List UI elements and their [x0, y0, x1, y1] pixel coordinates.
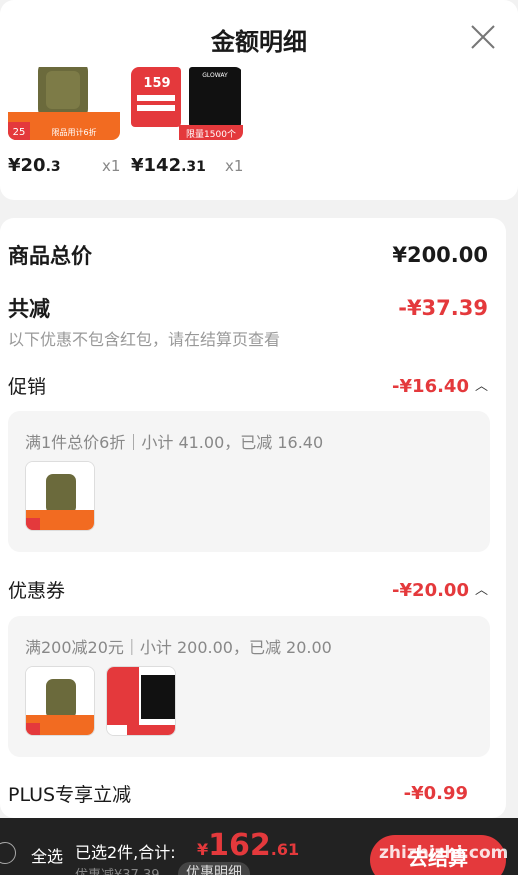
product-qty: x1 — [102, 157, 121, 175]
total-amount: ¥162.61 — [197, 828, 300, 863]
price-breakdown-card: 商品总价 ¥200.00 共减 -¥37.39 以下优惠不包含红包，请在结算页查… — [0, 218, 506, 818]
total-value: ¥200.00 — [392, 243, 488, 267]
selected-summary: 已选2件,合计: — [75, 843, 176, 862]
promo-rule: 满1件总价6折｜小计 41.00，已减 16.40 — [25, 433, 324, 452]
coupon-rule: 满200减20元｜小计 200.00，已减 20.00 — [25, 638, 332, 657]
coupon-label: 优惠券 — [8, 580, 66, 602]
ssd-icon: 159 GLOWAY 限量1500个 — [131, 67, 243, 140]
promo-value-group: -¥16.40 ︿ — [392, 375, 488, 397]
promo-detail-box: 满1件总价6折｜小计 41.00，已减 16.40 — [8, 411, 490, 552]
sheet-header: 金额明细 — [0, 0, 518, 75]
promo-row[interactable]: 促销 -¥16.40 ︿ — [8, 372, 488, 399]
discount-detail-button[interactable]: 优惠明细 — [178, 862, 250, 875]
ssd-brand: GLOWAY — [202, 72, 228, 79]
plus-label: PLUS专享立减 — [8, 784, 132, 806]
discount-note: 以下优惠不包含红包，请在结算页查看 — [8, 330, 281, 349]
close-icon[interactable] — [470, 24, 496, 50]
bag-icon — [26, 462, 94, 530]
coupon-value: -¥20.00 — [392, 579, 469, 601]
total-row: 商品总价 ¥200.00 — [8, 240, 488, 270]
select-all-label[interactable]: 全选 — [31, 843, 63, 867]
product-price: ¥142.31 — [131, 155, 206, 176]
product-qty: x1 — [225, 157, 244, 175]
coupon-product-thumbnail[interactable] — [25, 666, 95, 736]
amount-detail-sheet: 金额明细 25 限品用计6折 159 GLOWAY 限量1500个 ¥20.3 … — [0, 0, 518, 875]
watermark-site: zhizhizhi.com — [379, 843, 509, 863]
promo-label: 促销 — [8, 376, 47, 398]
product-badge: 25 — [13, 127, 26, 138]
promo-value: -¥16.40 — [392, 375, 469, 397]
ssd-icon — [107, 667, 175, 735]
select-all-radio[interactable] — [0, 842, 16, 864]
discount-label: 共减 — [8, 297, 50, 321]
discount-summary: 优惠减¥37.39 — [75, 864, 160, 875]
ssd-tag: 限量1500个 — [186, 129, 236, 140]
sheet-title: 金额明细 — [211, 28, 307, 56]
product-thumbnail-bag[interactable]: 25 限品用计6折 — [8, 67, 120, 140]
bag-icon — [26, 667, 94, 735]
product-strip: 25 限品用计6折 159 GLOWAY 限量1500个 ¥20.3 x1 ¥1… — [0, 67, 518, 200]
chevron-up-icon: ︿ — [474, 378, 488, 394]
coupon-product-thumbnail[interactable] — [106, 666, 176, 736]
coupon-value-group: -¥20.00 ︿ — [392, 579, 488, 601]
chevron-up-icon: ︿ — [474, 582, 488, 598]
coupon-detail-box: 满200减20元｜小计 200.00，已减 20.00 — [8, 616, 490, 757]
promo-product-thumbnail[interactable] — [25, 461, 95, 531]
bag-icon: 25 限品用计6折 — [8, 67, 120, 140]
ssd-price-badge: 159 — [143, 76, 170, 91]
coupon-row[interactable]: 优惠券 -¥20.00 ︿ — [8, 576, 488, 603]
discount-row: 共减 -¥37.39 — [8, 293, 488, 323]
product-thumbnail-ssd[interactable]: 159 GLOWAY 限量1500个 — [131, 67, 243, 140]
product-price: ¥20.3 — [8, 155, 61, 176]
product-tag: 限品用计6折 — [51, 127, 96, 137]
total-label: 商品总价 — [8, 244, 92, 268]
discount-value: -¥37.39 — [398, 296, 488, 320]
